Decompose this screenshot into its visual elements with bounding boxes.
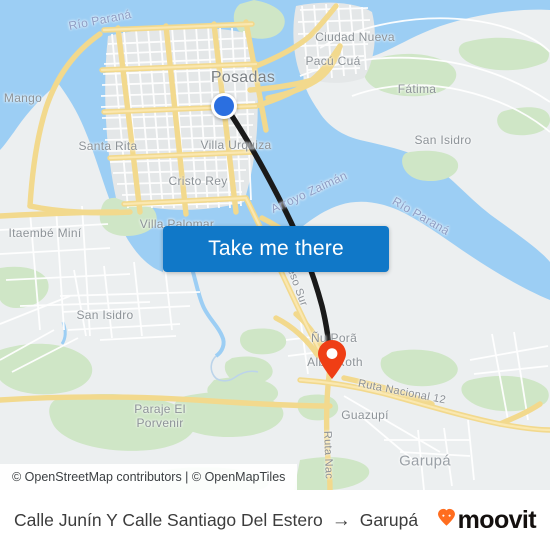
arrow-right-icon: →: [331, 509, 351, 531]
destination-pin-icon[interactable]: [317, 340, 347, 380]
route-origin-label: Calle Junín Y Calle Santiago Del Estero: [14, 509, 323, 530]
map-attribution: © OpenStreetMap contributors | © OpenMap…: [0, 464, 298, 490]
origin-dot-icon[interactable]: [211, 93, 237, 119]
route-summary: Calle Junín Y Calle Santiago Del Estero …: [14, 510, 437, 531]
map-canvas[interactable]: Río Paraná Posadas Mango Ciudad Nueva Pacú C…: [0, 0, 550, 490]
moovit-pin-icon: [437, 508, 456, 532]
moovit-logo[interactable]: moovit: [437, 505, 537, 535]
route-destination-label: Garupá: [359, 509, 419, 530]
take-me-there-button[interactable]: Take me there: [163, 226, 389, 272]
moovit-wordmark: moovit: [457, 505, 537, 534]
moovit-route-screenshot: Río Paraná Posadas Mango Ciudad Nueva Pacú C…: [0, 0, 550, 550]
footer-bar: Calle Junín Y Calle Santiago Del Estero …: [0, 490, 550, 550]
